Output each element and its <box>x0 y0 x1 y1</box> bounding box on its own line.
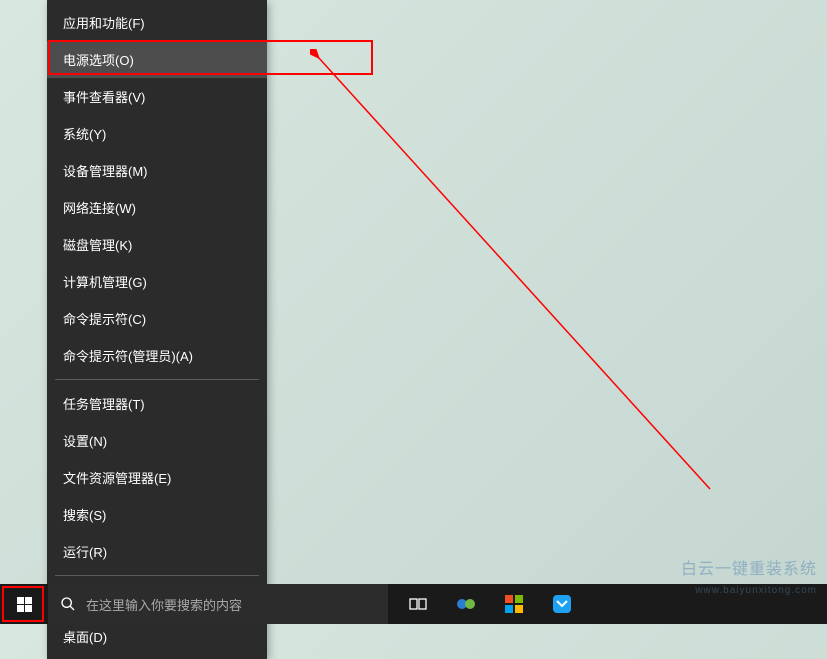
menu-item-label: 任务管理器(T) <box>63 394 145 413</box>
menu-run[interactable]: 运行(R) <box>47 533 267 570</box>
menu-task-manager[interactable]: 任务管理器(T) <box>47 385 267 422</box>
menu-item-label: 设备管理器(M) <box>63 161 148 180</box>
menu-cmd[interactable]: 命令提示符(C) <box>47 300 267 337</box>
menu-item-label: 电源选项(O) <box>63 50 134 69</box>
menu-item-label: 应用和功能(F) <box>63 13 145 32</box>
menu-item-label: 搜索(S) <box>63 505 106 524</box>
taskbar-app-3[interactable] <box>538 584 586 624</box>
windows-logo-icon <box>17 597 32 612</box>
winx-context-menu: 应用和功能(F) 电源选项(O) 事件查看器(V) 系统(Y) 设备管理器(M)… <box>47 0 267 659</box>
menu-cmd-admin[interactable]: 命令提示符(管理员)(A) <box>47 337 267 374</box>
search-placeholder: 在这里输入你要搜索的内容 <box>86 595 242 614</box>
app-icon <box>505 595 523 613</box>
menu-item-label: 计算机管理(G) <box>63 272 147 291</box>
menu-event-viewer[interactable]: 事件查看器(V) <box>47 78 267 115</box>
taskbar-app-1[interactable] <box>442 584 490 624</box>
watermark-text: 白云一键重装系统 <box>681 555 817 579</box>
app-icon <box>456 594 476 614</box>
annotation-arrow <box>310 49 720 499</box>
taskbar-pinned-apps <box>394 584 586 624</box>
task-view-icon <box>409 597 427 611</box>
app-icon <box>551 593 573 615</box>
menu-item-label: 命令提示符(C) <box>63 309 146 328</box>
task-view-button[interactable] <box>394 584 442 624</box>
menu-item-label: 命令提示符(管理员)(A) <box>63 346 193 365</box>
menu-network-connections[interactable]: 网络连接(W) <box>47 189 267 226</box>
menu-item-label: 文件资源管理器(E) <box>63 468 171 487</box>
menu-power-options[interactable]: 电源选项(O) <box>47 41 267 78</box>
start-button[interactable] <box>0 584 48 624</box>
menu-system[interactable]: 系统(Y) <box>47 115 267 152</box>
menu-item-label: 桌面(D) <box>63 627 107 646</box>
menu-apps-features[interactable]: 应用和功能(F) <box>47 4 267 41</box>
menu-search[interactable]: 搜索(S) <box>47 496 267 533</box>
taskbar-search[interactable]: 在这里输入你要搜索的内容 <box>48 584 388 624</box>
menu-computer-management[interactable]: 计算机管理(G) <box>47 263 267 300</box>
menu-item-label: 事件查看器(V) <box>63 87 145 106</box>
search-icon <box>60 596 76 612</box>
menu-device-manager[interactable]: 设备管理器(M) <box>47 152 267 189</box>
menu-item-label: 系统(Y) <box>63 124 106 143</box>
menu-item-label: 设置(N) <box>63 431 107 450</box>
menu-item-label: 运行(R) <box>63 542 107 561</box>
menu-file-explorer[interactable]: 文件资源管理器(E) <box>47 459 267 496</box>
menu-separator <box>55 379 259 380</box>
watermark-sub: www.baiyunxitong.com <box>695 585 817 596</box>
menu-separator <box>55 575 259 576</box>
taskbar-app-2[interactable] <box>490 584 538 624</box>
menu-item-label: 磁盘管理(K) <box>63 235 132 254</box>
menu-item-label: 网络连接(W) <box>63 198 136 217</box>
menu-settings[interactable]: 设置(N) <box>47 422 267 459</box>
menu-disk-management[interactable]: 磁盘管理(K) <box>47 226 267 263</box>
